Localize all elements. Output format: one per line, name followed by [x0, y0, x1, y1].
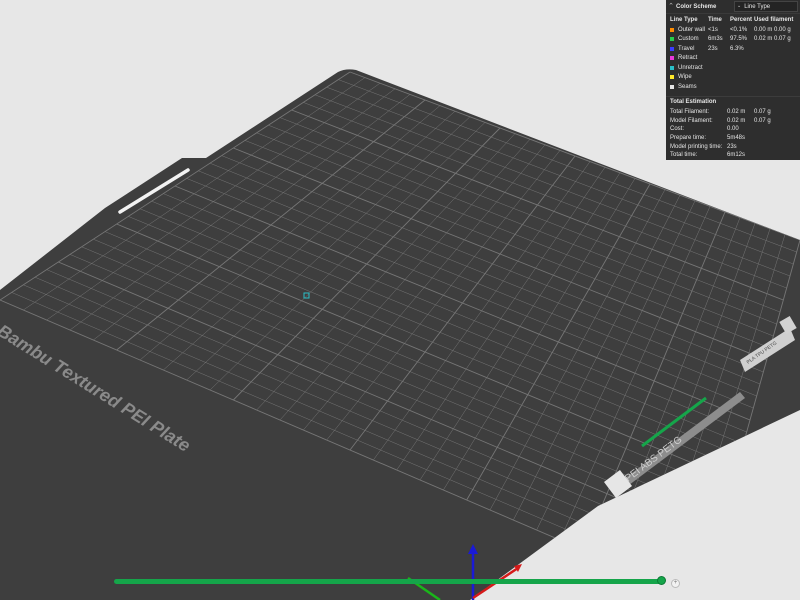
legend-label: Seams [678, 83, 697, 90]
slider-plus-button[interactable]: + [671, 579, 680, 588]
legend-row[interactable]: Outer wall <1s <0.1% 0.00 m 0.00 g [666, 25, 800, 35]
estimation-row: Cost: 0.00 [666, 125, 800, 134]
legend-time: <1s [708, 26, 718, 33]
estimation-row: Total Filament: 0.02 m 0.07 g [666, 108, 800, 117]
estimation-key: Total Filament: [670, 108, 710, 115]
legend-label: Travel [678, 45, 695, 52]
legend-label: Unretract [678, 64, 703, 71]
estimation-key: Total time: [670, 152, 698, 159]
estimation-value-2: 0.07 g [754, 117, 771, 124]
estimation-value: 6m12s [727, 152, 746, 159]
legend-rows: Outer wall <1s <0.1% 0.00 m 0.00 g Custom 6m3… [666, 25, 800, 92]
legend-time: 6m3s [708, 36, 723, 43]
legend-label: Wipe [678, 74, 692, 81]
legend-label: Retract [678, 55, 698, 62]
chevron-down-icon: ⌄ [737, 3, 742, 9]
collapse-icon[interactable]: ⌃ [666, 3, 676, 10]
total-estimation-rows: Total Filament: 0.02 m 0.07 g Model Filamen… [666, 108, 800, 160]
legend-row[interactable]: Travel 23s 6.3% [666, 44, 800, 54]
color-scheme-label: Color Scheme [676, 3, 717, 10]
legend-row[interactable]: Seams [666, 82, 800, 92]
col-used-filament: Used filament [754, 16, 794, 23]
legend-used: 0.00 m 0.00 g [754, 26, 791, 33]
legend-row[interactable]: Wipe [666, 73, 800, 83]
col-percent: Percent [730, 16, 753, 23]
gcode-legend-panel: ⌃ Color Scheme ⌄ Line Type Line Type Tim… [666, 0, 800, 160]
estimation-key: Prepare time: [670, 134, 707, 141]
legend-swatch [670, 65, 674, 70]
legend-percent: <0.1% [730, 26, 748, 33]
estimation-value: 23s [727, 143, 737, 150]
legend-used: 0.02 m 0.07 g [754, 36, 791, 43]
col-line-type: Line Type [670, 16, 698, 23]
estimation-key: Model Filament: [670, 117, 713, 124]
legend-swatch [670, 56, 674, 61]
legend-label: Outer wall [678, 26, 706, 33]
legend-swatch [670, 46, 674, 51]
legend-label: Custom [678, 36, 699, 43]
estimation-value: 0.00 [727, 126, 739, 133]
legend-time: 23s [708, 45, 718, 52]
legend-row[interactable]: Retract [666, 54, 800, 64]
estimation-row: Model printing time: 23s [666, 142, 800, 151]
estimation-value: 0.02 m [727, 117, 746, 124]
color-scheme-select[interactable]: ⌄ Line Type [734, 1, 798, 12]
legend-swatch [670, 27, 674, 32]
legend-swatch [670, 84, 674, 89]
legend-swatch [670, 75, 674, 80]
legend-percent: 6.3% [730, 45, 744, 52]
color-scheme-value: Line Type [744, 3, 771, 10]
legend-header: Line Type Time Percent Used filament [666, 14, 800, 25]
estimation-key: Cost: [670, 126, 685, 133]
estimation-value: 5m48s [727, 134, 746, 141]
legend-row[interactable]: Unretract [666, 63, 800, 73]
legend-row[interactable]: Custom 6m3s 97.5% 0.02 m 0.07 g [666, 35, 800, 45]
estimation-row: Prepare time: 5m48s [666, 134, 800, 143]
col-time: Time [708, 16, 722, 23]
estimation-value: 0.02 m [727, 108, 746, 115]
estimation-row: Total time: 6m12s [666, 151, 800, 160]
estimation-key: Model printing time: [670, 143, 723, 150]
legend-percent: 97.5% [730, 36, 748, 43]
total-estimation-title: Total Estimation [666, 95, 800, 108]
legend-swatch [670, 37, 674, 42]
estimation-value-2: 0.07 g [754, 108, 771, 115]
estimation-row: Model Filament: 0.02 m 0.07 g [666, 116, 800, 125]
